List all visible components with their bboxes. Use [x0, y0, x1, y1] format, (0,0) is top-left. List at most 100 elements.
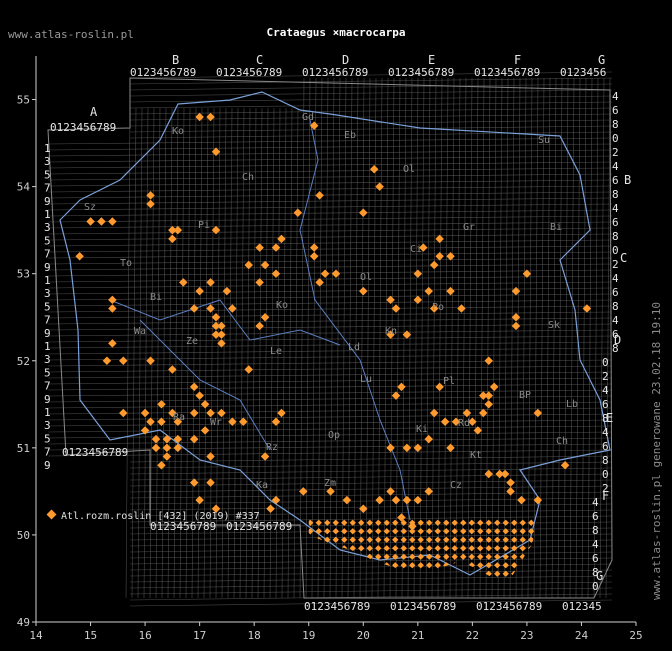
grid-hline [129, 485, 613, 493]
occurrence-point [162, 434, 172, 444]
grid-letter-right: C [620, 251, 627, 265]
occurrence-point [266, 504, 275, 514]
left-column-digit: 5 [44, 300, 51, 313]
occurrence-point [206, 278, 215, 287]
left-column-digit: 3 [44, 419, 51, 432]
grid-hline [47, 407, 613, 415]
occurrence-point [479, 391, 488, 400]
generated-footer: www.atlas-roslin.pl generowane 23.02.18 … [650, 301, 663, 600]
grid-hline [129, 479, 613, 487]
right-column-digit: 4 [612, 314, 619, 327]
occurrence-point [484, 469, 493, 479]
right-column-digit: 0 [612, 244, 619, 257]
a-digits-row: 0123456789 [50, 121, 116, 134]
region-label: Su [538, 135, 550, 146]
occurrence-point [391, 304, 401, 313]
right-column-digit: 4 [602, 426, 609, 439]
occurrence-point [359, 286, 368, 296]
x-tick-label: 19 [302, 629, 315, 642]
grid-hline [129, 83, 613, 91]
occurrence-point [228, 304, 237, 313]
occurrence-point [200, 426, 210, 435]
occurrence-point [446, 252, 455, 261]
left-column-digit: 1 [44, 142, 51, 155]
y-tick-label: 52 [17, 355, 30, 368]
occurrence-point [446, 443, 455, 453]
grid-hline [129, 569, 613, 577]
left-column-digit: 5 [44, 234, 51, 247]
occurrence-point [217, 408, 226, 418]
grid-hline [129, 503, 613, 511]
occurrence-point [413, 269, 423, 278]
grid-hline [129, 95, 613, 103]
legend: Atl.rozm.roslin [432] (2019) #337 [46, 509, 260, 522]
region-label: Lu [360, 374, 372, 385]
top-digits-row: 0123456789 [302, 66, 368, 79]
occurrence-point [244, 365, 253, 374]
occurrence-point [206, 478, 215, 487]
grid-hline [47, 245, 613, 253]
occurrence-point [195, 112, 204, 122]
occurrence-point [189, 478, 199, 487]
grid-hline [47, 413, 613, 421]
y-tick-label: 50 [17, 529, 30, 542]
occurrence-point [260, 312, 270, 322]
grid-hline [47, 263, 613, 271]
occurrence-point [157, 400, 166, 409]
occurrence-point [277, 408, 286, 418]
bottom-digits-row: 0123456789 [304, 600, 370, 613]
left-column-digit: 5 [44, 168, 51, 181]
occurrence-point [369, 164, 379, 174]
region-label: Ko [276, 300, 288, 311]
region-label: Gd [302, 112, 314, 123]
occurrence-point [189, 408, 199, 418]
grid-letter-right: B [624, 173, 631, 187]
region-label: Pl [443, 376, 455, 387]
occurrence-point [151, 434, 161, 444]
dense-occurrence-polygon [308, 517, 538, 579]
right-column-digit: 0 [602, 356, 609, 369]
right-column-digit: 4 [592, 538, 599, 551]
occurrence-point [277, 234, 286, 244]
grid-hline [47, 359, 613, 367]
right-column-digit: 4 [612, 90, 619, 103]
occurrence-point [500, 469, 510, 479]
grid-hline [47, 317, 613, 325]
grid-hline [47, 311, 613, 319]
occurrence-point [195, 391, 204, 400]
region-label: Bi [150, 292, 162, 303]
region-label: Zm [324, 478, 336, 489]
occurrence-point [506, 487, 515, 496]
occurrence-point [271, 417, 281, 426]
grid-hline [47, 173, 613, 181]
region-label: Rz [266, 442, 278, 453]
region-label: Le [270, 346, 282, 357]
occurrence-point [108, 339, 117, 348]
region-label: Ze [186, 336, 198, 347]
grid-letter-a: A [90, 105, 98, 119]
occurrence-point [511, 312, 521, 322]
occurrence-point [391, 495, 401, 505]
region-label: Sk [548, 320, 560, 331]
grid-letter-top: F [514, 53, 521, 67]
left-column-digit: 7 [44, 182, 51, 195]
region-label: Ch [242, 172, 254, 183]
left-column-digit: 9 [44, 393, 51, 406]
occurrence-point [424, 286, 433, 296]
region-label: To [120, 258, 132, 269]
region-label: Bi [550, 222, 562, 233]
y-tick-label: 54 [17, 181, 31, 194]
occurrence-point [211, 321, 221, 331]
left-column-digit: 7 [44, 446, 51, 459]
occurrence-point [517, 495, 526, 505]
occurrence-point [200, 400, 210, 409]
occurrence-point [206, 112, 215, 122]
grid-hline [47, 203, 613, 211]
grid-hline [47, 347, 613, 355]
occurrence-point [359, 208, 368, 217]
region-label: Eb [344, 130, 356, 141]
occurrence-point [413, 295, 423, 305]
left-column-digit: 1 [44, 208, 51, 221]
region-label: Wa [134, 326, 146, 337]
occurrence-point [255, 243, 264, 252]
